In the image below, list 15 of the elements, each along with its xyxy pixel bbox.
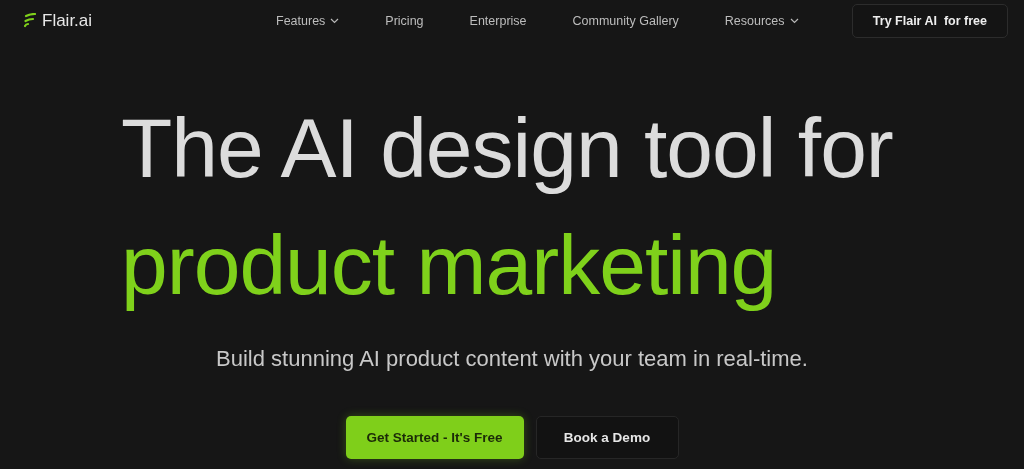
- get-started-button[interactable]: Get Started - It's Free: [345, 416, 524, 459]
- nav-link[interactable]: Enterprise: [469, 14, 527, 28]
- hero-subtitle: Build stunning AI product content with your team in real-time.: [216, 346, 808, 372]
- headline-line: The AI design tool for: [121, 100, 893, 197]
- chevron-down-icon: [330, 18, 340, 24]
- book-demo-button[interactable]: Book a Demo: [535, 416, 679, 459]
- chevron-down-icon: [789, 18, 799, 24]
- try-free-button[interactable]: Try Flair AI for free: [851, 4, 1008, 38]
- nav-link[interactable]: Resources: [724, 14, 799, 28]
- brand-name[interactable]: Flair.ai: [42, 11, 93, 31]
- nav-link[interactable]: Pricing: [385, 14, 424, 28]
- logo-icon: [24, 13, 36, 29]
- nav-link[interactable]: Features: [276, 14, 340, 28]
- nav-link[interactable]: Community Gallery: [572, 14, 679, 28]
- headline-line: product marketing: [121, 217, 778, 314]
